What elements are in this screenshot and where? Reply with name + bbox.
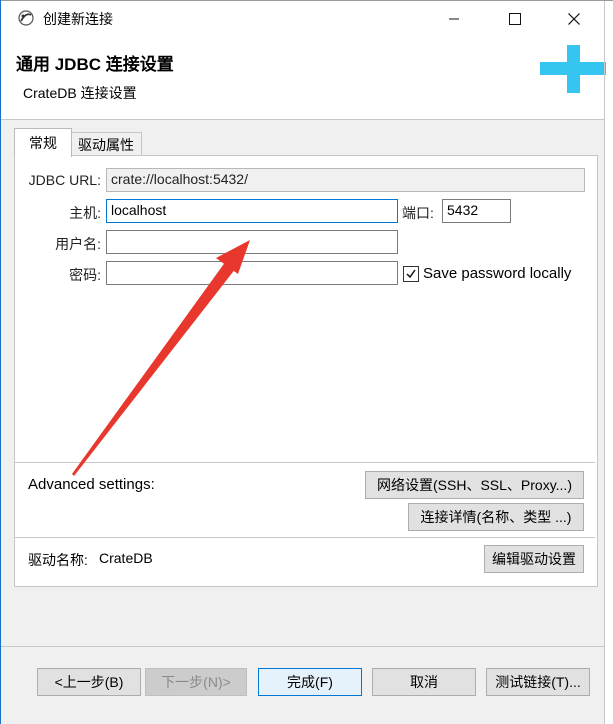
connection-details-button[interactable]: 连接详情(名称、类型 ...) [408,503,584,531]
maximize-button[interactable] [492,1,538,37]
app-icon [18,10,34,26]
minimize-icon [449,18,459,20]
window-right-border [604,0,605,724]
window-left-edge [0,0,1,724]
host-label: 主机: [69,205,101,221]
header-divider [1,119,605,120]
test-connection-button[interactable]: 测试链接(T)... [486,668,590,696]
edit-driver-settings-button[interactable]: 编辑驱动设置 [484,545,584,573]
tab-driver-properties[interactable]: 驱动属性 [70,132,142,157]
finish-button[interactable]: 完成(F) [258,668,362,696]
jdbc-url-field[interactable]: crate://localhost:5432/ [106,168,585,192]
back-button[interactable]: <上一步(B) [37,668,141,696]
close-icon [568,13,580,25]
network-settings-button[interactable]: 网络设置(SSH、SSL、Proxy...) [365,471,584,499]
minimize-button[interactable] [431,1,477,37]
port-label: 端口: [402,205,434,221]
driver-name-label: 驱动名称: [28,552,88,568]
cancel-button[interactable]: 取消 [372,668,476,696]
page-title: 通用 JDBC 连接设置 [16,55,174,74]
save-password-checkbox[interactable] [403,266,419,282]
next-button[interactable]: 下一步(N)> [145,668,247,696]
footer-divider [1,646,605,647]
jdbc-url-label: JDBC URL: [28,172,101,188]
maximize-icon [509,13,521,25]
driver-name-value: CrateDB [99,550,153,566]
plus-logo-icon [540,45,606,93]
host-field[interactable]: localhost [106,199,398,223]
save-password-label[interactable]: Save password locally [423,265,571,282]
tab-general[interactable]: 常规 [14,128,72,157]
window-title: 创建新连接 [43,11,113,27]
port-field[interactable]: 5432 [442,199,511,223]
red-arrow-annotation [72,240,250,476]
page-subtitle: CrateDB 连接设置 [23,85,137,101]
checkmark-icon [406,269,416,279]
driver-divider [15,537,595,538]
window-top-edge [0,0,613,1]
close-button[interactable] [551,1,597,37]
